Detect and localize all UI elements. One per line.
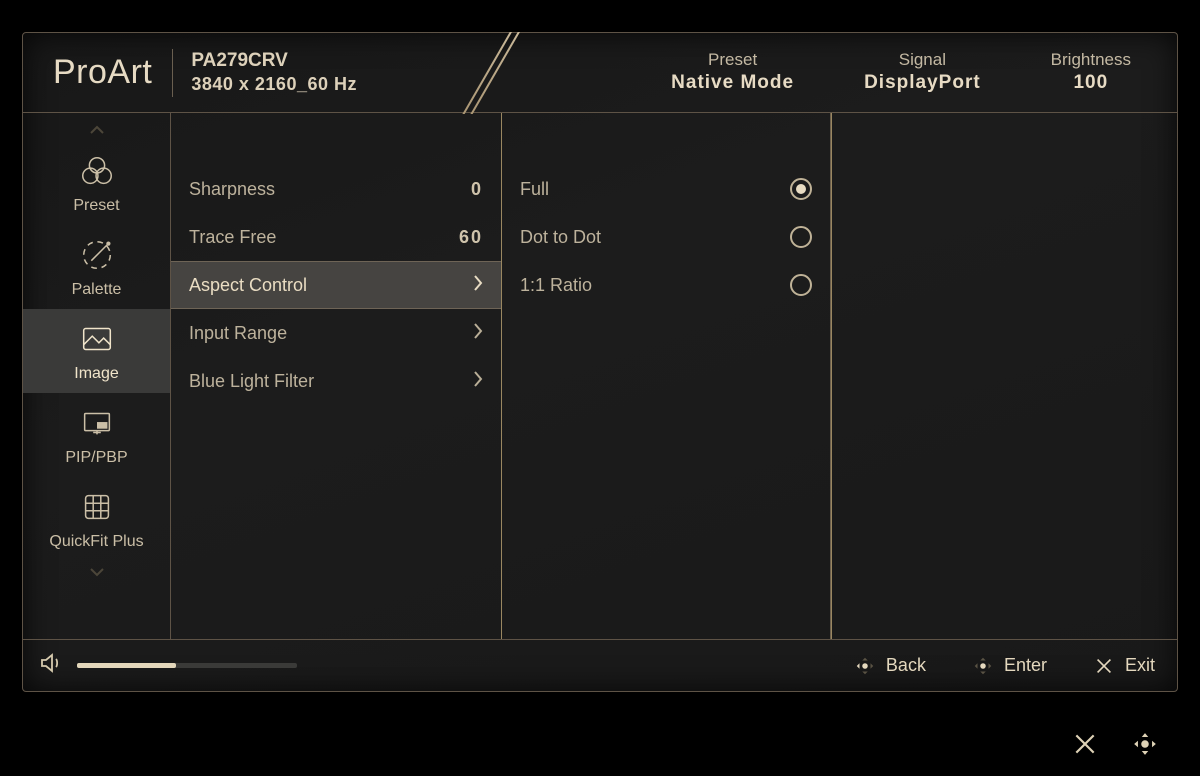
settings-list: Sharpness 0 Trace Free 60 Aspect Control… bbox=[171, 113, 501, 639]
status-label: Preset bbox=[708, 49, 757, 71]
sidebar-item-label: Palette bbox=[72, 281, 122, 299]
enter-button[interactable]: Enter bbox=[972, 655, 1047, 677]
setting-trace-free[interactable]: Trace Free 60 bbox=[171, 213, 501, 261]
setting-aspect-control[interactable]: Aspect Control bbox=[171, 261, 501, 309]
status-value: DisplayPort bbox=[864, 71, 981, 96]
sidebar-item-quickfit[interactable]: QuickFit Plus bbox=[23, 477, 170, 561]
sidebar-item-label: PIP/PBP bbox=[65, 449, 127, 467]
sidebar-item-pip-pbp[interactable]: PIP/PBP bbox=[23, 393, 170, 477]
chevron-right-icon bbox=[459, 323, 483, 344]
sidebar-item-palette[interactable]: Palette bbox=[23, 225, 170, 309]
osd-window: ProArt PA279CRV 3840 x 2160_60 Hz Preset… bbox=[22, 32, 1178, 692]
sidebar-item-label: Preset bbox=[73, 197, 119, 215]
joystick-back-icon bbox=[854, 655, 876, 677]
hw-close-button[interactable] bbox=[1072, 731, 1098, 762]
footer-bar: Back Enter Exit bbox=[23, 639, 1177, 691]
palette-icon bbox=[78, 235, 116, 275]
sidebar: Preset Palette Image PIP/PBP bbox=[23, 113, 171, 639]
chevron-right-icon bbox=[459, 371, 483, 392]
footer-buttons: Back Enter Exit bbox=[854, 655, 1155, 677]
setting-label: Sharpness bbox=[189, 179, 439, 200]
volume-icon[interactable] bbox=[39, 651, 63, 680]
sidebar-item-image[interactable]: Image bbox=[23, 309, 170, 393]
preset-icon bbox=[78, 151, 116, 191]
model-name: PA279CRV bbox=[191, 49, 357, 73]
option-label: Full bbox=[520, 179, 790, 200]
setting-value: 0 bbox=[439, 179, 483, 200]
options-list: Full Dot to Dot 1:1 Ratio bbox=[501, 113, 831, 639]
model-info: PA279CRV 3840 x 2160_60 Hz bbox=[191, 49, 357, 95]
option-full[interactable]: Full bbox=[502, 165, 830, 213]
sidebar-scroll-down[interactable] bbox=[23, 561, 170, 583]
detail-column bbox=[831, 113, 1177, 639]
status-label: Signal bbox=[899, 49, 946, 71]
status-value: Native Mode bbox=[671, 71, 794, 96]
volume-slider[interactable] bbox=[77, 663, 297, 668]
exit-button[interactable]: Exit bbox=[1093, 655, 1155, 677]
setting-sharpness[interactable]: Sharpness 0 bbox=[171, 165, 501, 213]
setting-value: 60 bbox=[439, 227, 483, 248]
settings-columns: Sharpness 0 Trace Free 60 Aspect Control… bbox=[171, 113, 1177, 639]
chevron-right-icon bbox=[459, 275, 483, 296]
brand-logo: ProArt bbox=[53, 53, 152, 92]
option-label: Dot to Dot bbox=[520, 227, 790, 248]
model-resolution: 3840 x 2160_60 Hz bbox=[191, 73, 357, 96]
setting-blue-light-filter[interactable]: Blue Light Filter bbox=[171, 357, 501, 405]
header-divider bbox=[172, 49, 173, 97]
setting-input-range[interactable]: Input Range bbox=[171, 309, 501, 357]
back-button[interactable]: Back bbox=[854, 655, 926, 677]
close-icon bbox=[1072, 731, 1098, 757]
header-bar: ProArt PA279CRV 3840 x 2160_60 Hz Preset… bbox=[23, 33, 1177, 113]
image-icon bbox=[78, 319, 116, 359]
radio-selected-icon bbox=[790, 178, 812, 200]
sidebar-item-preset[interactable]: Preset bbox=[23, 141, 170, 225]
volume-fill bbox=[77, 663, 176, 668]
button-label: Exit bbox=[1125, 655, 1155, 676]
close-icon bbox=[1093, 655, 1115, 677]
status-brightness: Brightness 100 bbox=[1051, 49, 1131, 96]
setting-label: Trace Free bbox=[189, 227, 439, 248]
sidebar-item-label: Image bbox=[74, 365, 118, 383]
option-1-1-ratio[interactable]: 1:1 Ratio bbox=[502, 261, 830, 309]
radio-icon bbox=[790, 274, 812, 296]
header-status: Preset Native Mode Signal DisplayPort Br… bbox=[671, 49, 1151, 96]
joystick-icon bbox=[1132, 731, 1158, 757]
button-label: Enter bbox=[1004, 655, 1047, 676]
setting-label: Blue Light Filter bbox=[189, 371, 459, 392]
status-label: Brightness bbox=[1051, 49, 1131, 71]
joystick-enter-icon bbox=[972, 655, 994, 677]
hardware-overlay bbox=[1072, 731, 1158, 762]
button-label: Back bbox=[886, 655, 926, 676]
status-preset: Preset Native Mode bbox=[671, 49, 794, 96]
option-dot-to-dot[interactable]: Dot to Dot bbox=[502, 213, 830, 261]
option-label: 1:1 Ratio bbox=[520, 275, 790, 296]
chevron-up-icon bbox=[90, 125, 104, 135]
setting-label: Aspect Control bbox=[189, 275, 459, 296]
setting-label: Input Range bbox=[189, 323, 459, 344]
status-signal: Signal DisplayPort bbox=[864, 49, 981, 96]
chevron-down-icon bbox=[90, 567, 104, 577]
status-value: 100 bbox=[1073, 71, 1108, 96]
sidebar-scroll-up[interactable] bbox=[23, 119, 170, 141]
sidebar-item-label: QuickFit Plus bbox=[49, 533, 143, 551]
decorative-stripe bbox=[433, 32, 553, 114]
osd-body: Preset Palette Image PIP/PBP bbox=[23, 113, 1177, 639]
grid-icon bbox=[78, 487, 116, 527]
hw-joystick-button[interactable] bbox=[1132, 731, 1158, 762]
pip-icon bbox=[78, 403, 116, 443]
radio-icon bbox=[790, 226, 812, 248]
